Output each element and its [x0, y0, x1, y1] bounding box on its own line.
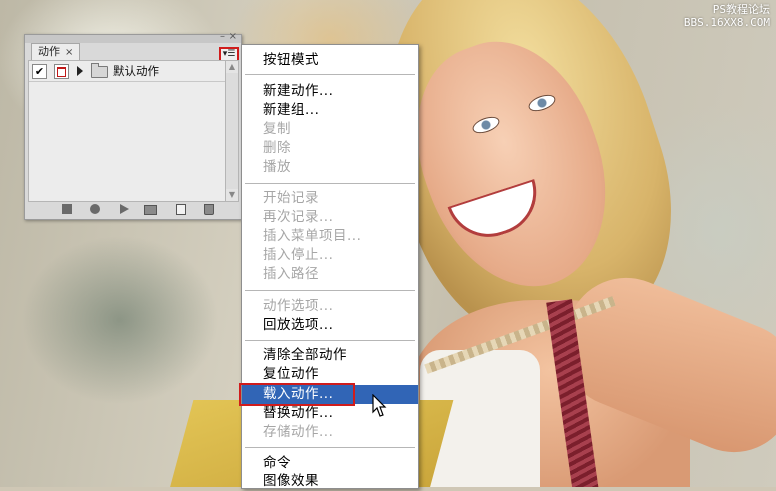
panel-title-bar[interactable]	[25, 35, 241, 43]
stop-icon[interactable]	[62, 204, 72, 214]
menu-item-insert-path[interactable]: 插入路径	[242, 265, 418, 284]
scrollbar[interactable]: ▲ ▼	[225, 60, 239, 202]
annotation-highlight-box	[239, 383, 355, 406]
mouse-cursor-icon	[372, 394, 387, 417]
trash-icon[interactable]	[204, 204, 214, 215]
tab-close-icon[interactable]: ×	[65, 47, 73, 58]
new-set-icon[interactable]	[144, 205, 157, 215]
menu-item-delete[interactable]: 删除	[242, 139, 418, 158]
menu-item-clear-all-actions[interactable]: 清除全部动作	[242, 346, 418, 365]
tab-actions[interactable]: 动作 ×	[31, 43, 81, 60]
menu-item-action-options[interactable]: 动作选项...	[242, 297, 418, 316]
menu-item-insert-stop[interactable]: 插入停止...	[242, 246, 418, 265]
scroll-up-icon[interactable]: ▲	[226, 61, 238, 73]
menu-item-start-recording[interactable]: 开始记录	[242, 189, 418, 208]
menu-item-button-mode[interactable]: 按钮模式	[242, 51, 418, 70]
menu-item-new-set[interactable]: 新建组...	[242, 101, 418, 120]
menu-item-play[interactable]: 播放	[242, 158, 418, 177]
menu-divider	[245, 447, 415, 448]
menu-item-duplicate[interactable]: 复制	[242, 120, 418, 139]
play-icon[interactable]	[120, 204, 129, 214]
actions-list: ✔ 默认动作	[28, 60, 226, 202]
menu-divider	[245, 74, 415, 75]
folder-icon	[91, 63, 108, 78]
checkmark-icon[interactable]: ✔	[32, 64, 47, 79]
menu-item-record-again[interactable]: 再次记录...	[242, 208, 418, 227]
menu-item-replace-actions[interactable]: 替换动作...	[242, 404, 418, 423]
menu-divider	[245, 183, 415, 184]
list-item[interactable]: ✔ 默认动作	[29, 61, 225, 82]
dialog-toggle-icon[interactable]	[54, 64, 69, 79]
watermark: PS教程论坛 BBS.16XX8.COM	[684, 3, 770, 29]
expand-triangle-icon[interactable]	[77, 66, 83, 76]
panel-toolbar	[28, 201, 236, 217]
menu-item-reset-actions[interactable]: 复位动作	[242, 365, 418, 384]
close-icon[interactable]: ×	[229, 32, 237, 42]
menu-divider	[245, 340, 415, 341]
record-icon[interactable]	[90, 204, 100, 214]
actions-panel: – × 动作 × ▾☰ ✔ 默认动作 ▲ ▼	[24, 32, 242, 220]
panel-flyout-menu: 按钮模式 新建动作... 新建组... 复制 删除 播放 开始记录 再次记录..…	[241, 44, 419, 489]
watermark-title: PS教程论坛	[712, 3, 770, 16]
minimize-icon[interactable]: –	[220, 32, 225, 42]
menu-divider	[245, 290, 415, 291]
watermark-url: BBS.16XX8.COM	[683, 16, 770, 29]
menu-item-insert-menu-item[interactable]: 插入菜单项目...	[242, 227, 418, 246]
menu-item-playback-options[interactable]: 回放选项...	[242, 316, 418, 335]
new-action-icon[interactable]	[176, 204, 186, 215]
menu-item-commands[interactable]: 命令	[242, 454, 418, 473]
action-set-label: 默认动作	[113, 64, 159, 78]
menu-item-new-action[interactable]: 新建动作...	[242, 82, 418, 101]
menu-item-save-actions[interactable]: 存储动作...	[242, 423, 418, 442]
menu-item-image-effects[interactable]: 图像效果	[242, 472, 418, 491]
tab-label: 动作	[38, 45, 60, 58]
scroll-down-icon[interactable]: ▼	[226, 189, 238, 201]
